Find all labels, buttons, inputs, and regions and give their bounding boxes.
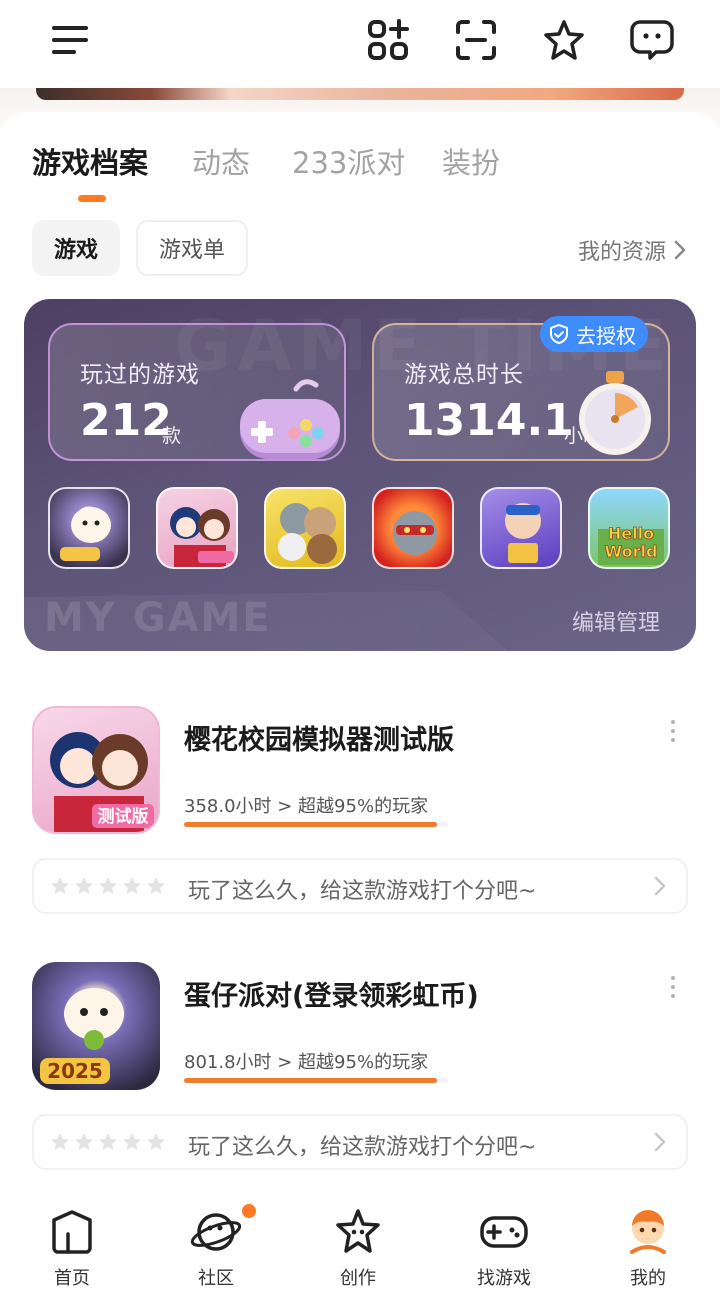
- authorize-badge[interactable]: 去授权: [540, 316, 648, 352]
- nav-find-games[interactable]: 找游戏: [454, 1206, 554, 1290]
- gamepad-3d-icon: [240, 379, 340, 459]
- playtime-bar-fill: [184, 1078, 437, 1083]
- svg-text:Hello: Hello: [608, 524, 654, 543]
- talking-tom-hero-icon[interactable]: [372, 487, 454, 569]
- game-title[interactable]: 蛋仔派对(登录领彩虹币): [184, 974, 479, 1013]
- total-playtime-value: 1314.1: [404, 395, 574, 446]
- tab-233-party[interactable]: 233派对: [292, 140, 405, 182]
- authorize-label: 去授权: [576, 323, 636, 348]
- egg-party-game-icon[interactable]: 2025: [32, 962, 160, 1090]
- card-watermark-bottom: MY GAME: [44, 595, 272, 641]
- more-options-icon[interactable]: [668, 720, 678, 750]
- my-resources-label: 我的资源: [577, 240, 666, 265]
- star-rating-icon[interactable]: [50, 876, 70, 896]
- egg-party-icon[interactable]: [48, 487, 130, 569]
- played-games-unit: 款: [162, 425, 182, 447]
- star-icon[interactable]: [542, 18, 586, 62]
- my-resources-link[interactable]: 我的资源: [578, 234, 686, 266]
- talking-tom-friends-icon[interactable]: [264, 487, 346, 569]
- rate-prompt-text: 玩了这么久，给这款游戏打个分吧~: [188, 1135, 537, 1160]
- played-games-icon-row: Hello World: [48, 487, 672, 571]
- home-icon: [52, 1210, 92, 1254]
- nav-me[interactable]: 我的: [598, 1206, 698, 1290]
- community-notification-dot: [242, 1204, 256, 1218]
- star-rating-icon[interactable]: [122, 1132, 142, 1152]
- tab-activity[interactable]: 动态: [192, 140, 250, 182]
- nav-home[interactable]: 首页: [22, 1206, 122, 1290]
- game-row[interactable]: 2025 蛋仔派对(登录领彩虹币) 801.8小时 > 超越95%的玩家 玩了这…: [32, 962, 688, 1172]
- nav-community[interactable]: 社区: [166, 1206, 266, 1290]
- svg-text:World: World: [605, 542, 658, 561]
- rating-stars[interactable]: [50, 876, 166, 896]
- rate-game-prompt[interactable]: 玩了这么久，给这款游戏打个分吧~: [32, 858, 688, 914]
- star-rating-icon[interactable]: [74, 1132, 94, 1152]
- more-options-icon[interactable]: [668, 976, 678, 1006]
- star-rating-icon[interactable]: [74, 876, 94, 896]
- chevron-right-icon: [674, 240, 686, 260]
- stopwatch-icon: [579, 371, 651, 455]
- community-planet-icon: [190, 1213, 242, 1251]
- hello-world-icon[interactable]: Hello World: [588, 487, 670, 569]
- sakura-school-icon[interactable]: [156, 487, 238, 569]
- rate-prompt-text: 玩了这么久，给这款游戏打个分吧~: [188, 879, 537, 904]
- menu-icon[interactable]: [48, 18, 92, 62]
- tab-game-archive[interactable]: 游戏档案: [32, 140, 148, 182]
- active-tab-indicator: [78, 195, 106, 202]
- game-playtime-stats: 801.8小时 > 超越95%的玩家: [184, 1052, 429, 1073]
- game-playtime-stats: 358.0小时 > 超越95%的玩家: [184, 796, 429, 817]
- nav-me-label: 我的: [630, 1268, 666, 1289]
- scan-icon[interactable]: [454, 18, 498, 62]
- total-playtime-label: 游戏总时长: [404, 362, 524, 388]
- sakura-badge: 测试版: [98, 806, 149, 827]
- nav-home-label: 首页: [54, 1268, 90, 1289]
- egg-party-badge: 2025: [47, 1059, 103, 1083]
- chevron-right-icon: [654, 876, 666, 896]
- nav-create-label: 创作: [340, 1268, 376, 1289]
- star-rating-icon[interactable]: [146, 1132, 166, 1152]
- gamepad-icon: [480, 1216, 528, 1248]
- game-row[interactable]: 测试版 樱花校园模拟器测试版 358.0小时 > 超越95%的玩家 玩了这么久，…: [32, 706, 688, 916]
- played-games-box[interactable]: 玩过的游戏 212 款: [48, 323, 346, 461]
- top-bar: [0, 0, 720, 88]
- edit-manage-button[interactable]: 编辑管理: [572, 605, 660, 637]
- playtime-bar-fill: [184, 822, 437, 827]
- message-icon[interactable]: [630, 18, 674, 62]
- rate-game-prompt[interactable]: 玩了这么久，给这款游戏打个分吧~: [32, 1114, 688, 1170]
- game-title[interactable]: 樱花校园模拟器测试版: [184, 718, 454, 757]
- nav-community-label: 社区: [198, 1268, 234, 1289]
- chevron-right-icon: [654, 1132, 666, 1152]
- sakura-school-game-icon[interactable]: 测试版: [32, 706, 160, 834]
- apps-add-icon[interactable]: [366, 18, 410, 62]
- played-games-label: 玩过的游戏: [80, 362, 200, 388]
- subtab-games[interactable]: 游戏: [32, 220, 120, 276]
- create-star-icon: [336, 1209, 380, 1253]
- profile-avatar-icon: [630, 1210, 666, 1254]
- subtab-game-lists[interactable]: 游戏单: [136, 220, 248, 276]
- nav-find-games-label: 找游戏: [477, 1268, 531, 1289]
- star-rating-icon[interactable]: [98, 876, 118, 896]
- shield-check-icon: [550, 323, 568, 345]
- star-rating-icon[interactable]: [98, 1132, 118, 1152]
- played-games-value: 212: [80, 395, 172, 446]
- star-rating-icon[interactable]: [122, 876, 142, 896]
- rating-stars[interactable]: [50, 1132, 166, 1152]
- nav-create[interactable]: 创作: [308, 1206, 408, 1290]
- star-rating-icon[interactable]: [146, 876, 166, 896]
- bottom-navigation: 首页 社区 创作 找游戏 我的: [0, 1192, 720, 1304]
- tab-dress-up[interactable]: 装扮: [442, 140, 500, 182]
- star-rating-icon[interactable]: [50, 1132, 70, 1152]
- kart-racer-icon[interactable]: [480, 487, 562, 569]
